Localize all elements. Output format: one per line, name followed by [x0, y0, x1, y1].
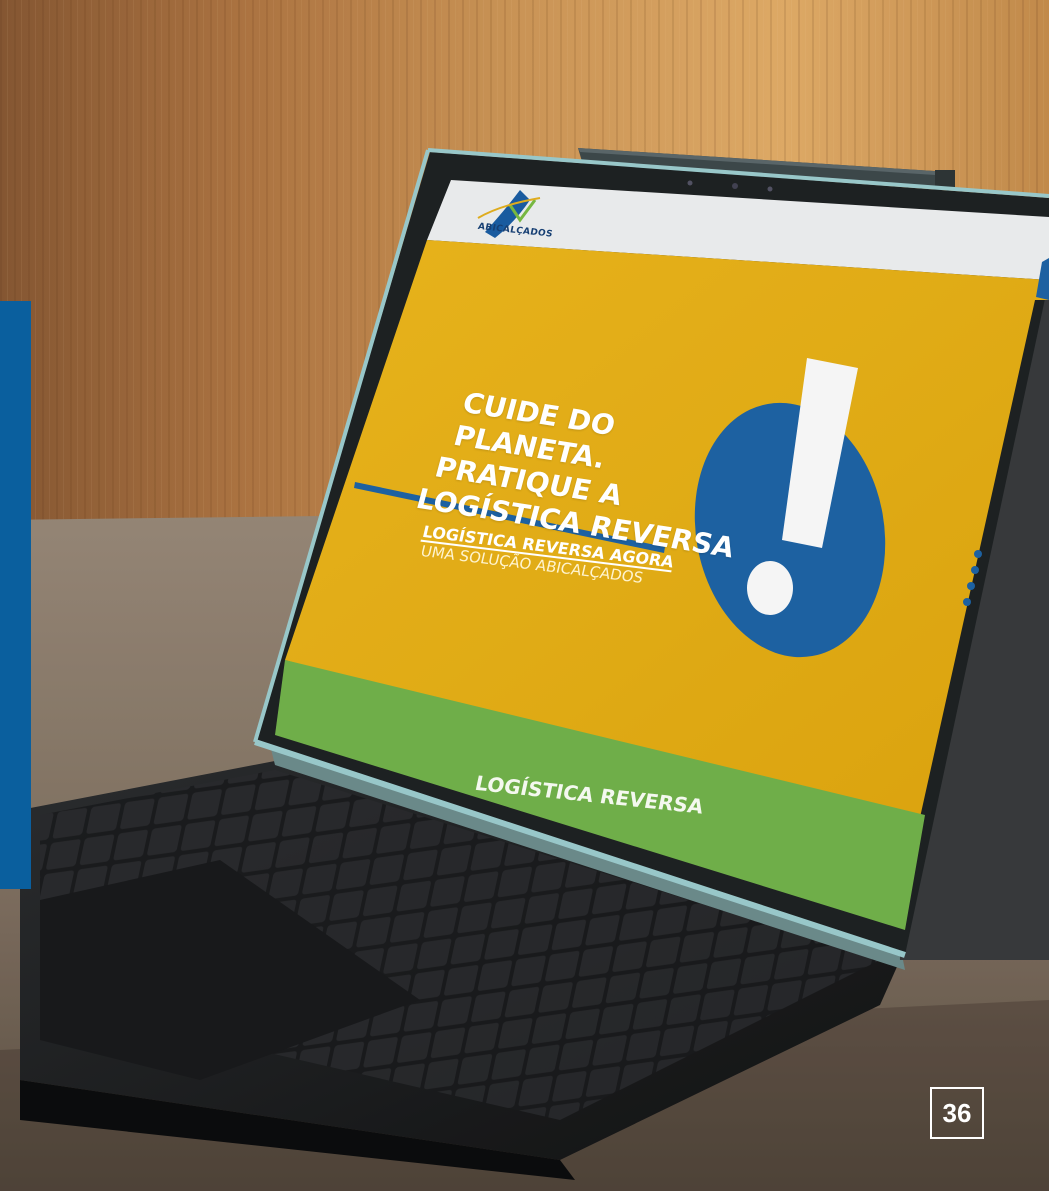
photo-scene [0, 0, 1049, 1191]
page-number: 36 [930, 1087, 984, 1139]
laptop-photo: ABICALÇADOS CUIDE DO PLANETA. PRATIQUE A… [0, 0, 1049, 1191]
side-accent-bar [0, 301, 31, 889]
